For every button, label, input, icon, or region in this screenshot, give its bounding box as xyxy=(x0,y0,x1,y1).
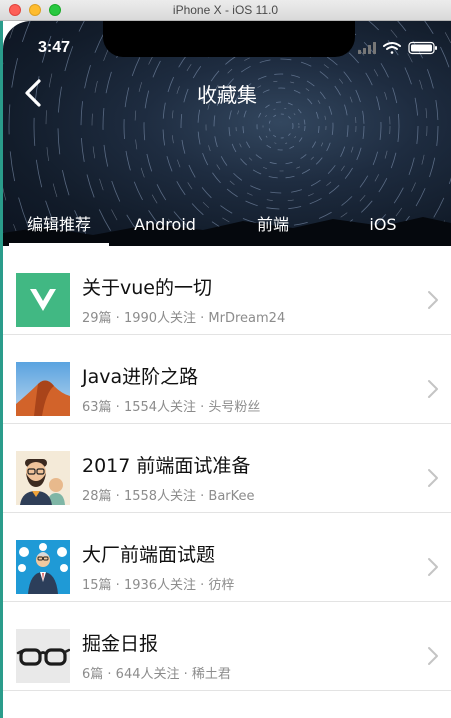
list-item[interactable]: 2017 前端面试准备 28篇 · 1558人关注 · BarKee xyxy=(3,424,451,513)
collection-title: 掘金日报 xyxy=(82,633,159,655)
list-item[interactable]: Java进阶之路 63篇 · 1554人关注 · 头号粉丝 xyxy=(3,335,451,424)
collection-title: 大厂前端面试题 xyxy=(82,544,216,566)
status-icons xyxy=(358,41,437,55)
list-item[interactable]: 掘金日报 6篇 · 644人关注 · 稀土君 xyxy=(3,602,451,691)
chevron-right-icon xyxy=(428,380,438,398)
status-time: 3:47 xyxy=(38,39,71,56)
collection-meta: 28篇 · 1558人关注 · BarKee xyxy=(82,489,255,504)
tab-ios[interactable]: iOS xyxy=(343,213,423,246)
collection-meta: 6篇 · 644人关注 · 稀土君 xyxy=(82,667,231,682)
simulator-title-bar: iPhone X - iOS 11.0 xyxy=(0,0,451,21)
tab-label: 编辑推荐 xyxy=(26,215,91,234)
tab-label: Android xyxy=(134,215,196,234)
collection-title: Java进阶之路 xyxy=(82,366,199,388)
tab-frontend[interactable]: 前端 xyxy=(233,213,313,246)
page-title: 收藏集 xyxy=(197,83,257,107)
collection-meta: 63篇 · 1554人关注 · 头号粉丝 xyxy=(82,400,261,415)
tab-editor-picks[interactable]: 编辑推荐 xyxy=(9,213,109,246)
window-title: iPhone X - iOS 11.0 xyxy=(172,3,279,17)
desert-dune-thumbnail xyxy=(16,362,70,416)
tab-android[interactable]: Android xyxy=(115,213,215,246)
collection-header: 3:47 收藏集 编辑推荐 Android 前端 iOS xyxy=(3,21,451,246)
collection-list: 关于vue的一切 29篇 · 1990人关注 · MrDream24 Java进… xyxy=(3,246,451,691)
vue-logo-thumbnail xyxy=(16,273,70,327)
chevron-right-icon xyxy=(428,291,438,309)
chevron-right-icon xyxy=(428,558,438,576)
chevron-right-icon xyxy=(428,647,438,665)
wifi-icon xyxy=(383,42,401,54)
collection-meta: 29篇 · 1990人关注 · MrDream24 xyxy=(82,311,286,326)
chevron-right-icon xyxy=(428,469,438,487)
speaker-bubbles-thumbnail xyxy=(16,540,70,594)
tab-label: 前端 xyxy=(256,215,289,234)
battery-icon xyxy=(408,41,437,55)
bearded-man-thumbnail xyxy=(16,451,70,505)
list-item[interactable]: 大厂前端面试题 15篇 · 1936人关注 · 彷梓 xyxy=(3,513,451,602)
collection-title: 2017 前端面试准备 xyxy=(82,455,251,477)
collection-meta: 15篇 · 1936人关注 · 彷梓 xyxy=(82,578,235,593)
device-notch xyxy=(103,21,355,57)
collection-title: 关于vue的一切 xyxy=(82,277,212,299)
list-item[interactable]: 关于vue的一切 29篇 · 1990人关注 · MrDream24 xyxy=(3,246,451,335)
glasses-thumbnail xyxy=(16,629,70,683)
cellular-signal-icon xyxy=(358,42,376,54)
category-tabs: 编辑推荐 Android 前端 iOS xyxy=(3,213,451,246)
tab-label: iOS xyxy=(369,215,397,234)
